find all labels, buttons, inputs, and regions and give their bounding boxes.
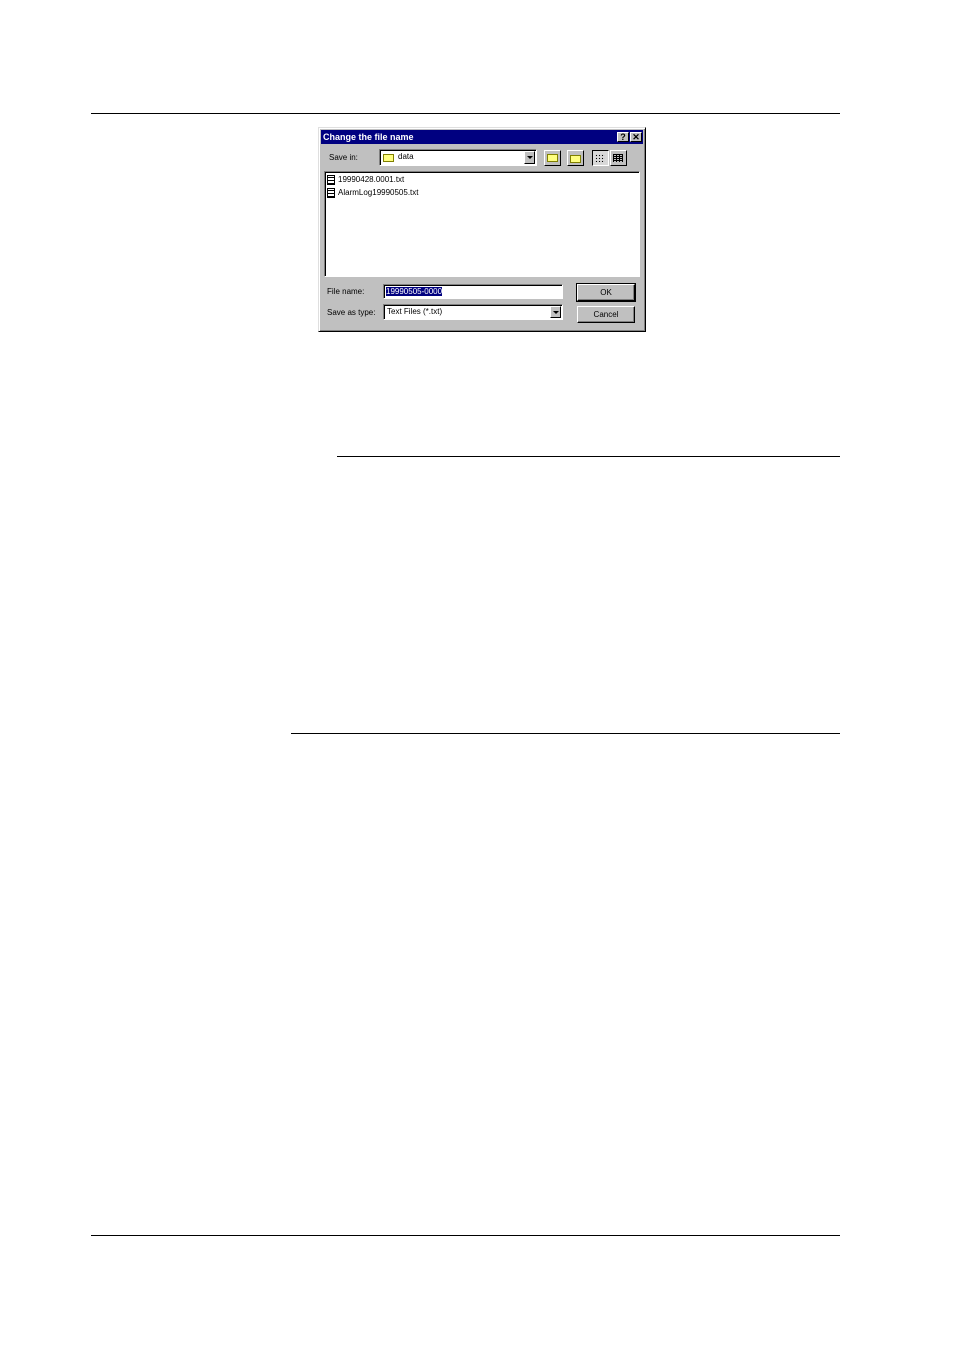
text-file-icon — [327, 187, 335, 198]
new-folder-icon — [570, 155, 581, 163]
section-rule — [291, 733, 840, 734]
header-rule — [91, 113, 840, 114]
save-in-label: Save in: — [329, 153, 358, 162]
file-name-value: 19990505-0000 — [386, 287, 443, 296]
save-as-type-label: Save as type: — [327, 308, 376, 317]
list-item[interactable]: 19990428.0001.txt — [327, 174, 404, 186]
file-name-input[interactable]: 19990505-0000 — [383, 284, 563, 299]
dialog-titlebar: Change the file name ? ✕ — [321, 130, 643, 144]
section-rule — [337, 456, 840, 457]
save-in-dropdown-button[interactable] — [524, 151, 535, 164]
cancel-button[interactable]: Cancel — [577, 306, 635, 323]
details-icon — [613, 154, 623, 162]
text-file-icon — [327, 174, 335, 185]
up-one-level-button[interactable] — [544, 150, 561, 166]
save-as-type-value: Text Files (*.txt) — [387, 307, 443, 316]
details-view-button[interactable] — [610, 150, 627, 166]
up-folder-icon — [547, 154, 558, 162]
save-in-combo[interactable]: data — [379, 149, 537, 166]
save-as-type-dropdown-button[interactable] — [550, 306, 561, 318]
footer-rule — [91, 1235, 840, 1236]
list-item[interactable]: AlarmLog19990505.txt — [327, 187, 419, 199]
file-list[interactable]: 19990428.0001.txt AlarmLog19990505.txt — [324, 171, 640, 277]
save-dialog: Change the file name ? ✕ Save in: data 1… — [318, 127, 646, 332]
close-button[interactable]: ✕ — [630, 132, 642, 142]
ok-button[interactable]: OK — [576, 283, 636, 302]
folder-icon — [383, 154, 394, 162]
save-in-value: data — [398, 152, 414, 161]
file-name-label: File name: — [327, 287, 365, 296]
save-as-type-select[interactable]: Text Files (*.txt) — [383, 304, 563, 320]
help-button[interactable]: ? — [617, 132, 629, 142]
create-new-folder-button[interactable] — [567, 150, 584, 166]
list-view-button[interactable] — [592, 150, 609, 166]
list-icon — [595, 154, 605, 162]
dialog-title: Change the file name — [323, 132, 414, 142]
